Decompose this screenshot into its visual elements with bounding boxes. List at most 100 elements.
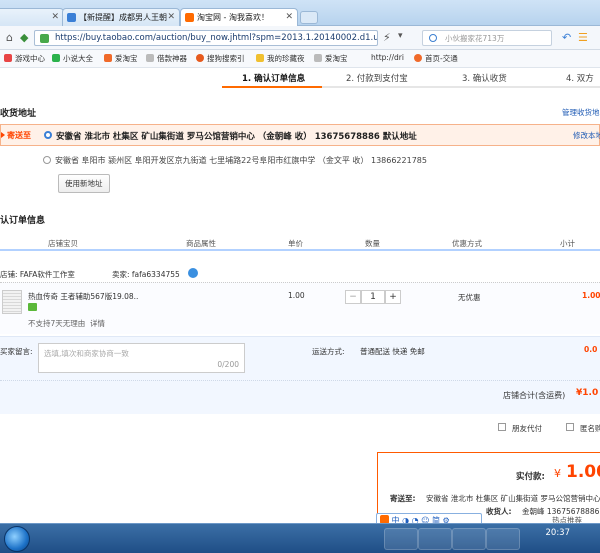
close-icon[interactable]: ✕ (167, 12, 175, 22)
header-divider (0, 249, 600, 251)
bookmark-item[interactable]: 首页-交通 (414, 53, 458, 64)
tab-forum[interactable]: 【新提醒】成都男人王朝 ✕ (62, 8, 180, 27)
windows-taskbar: 20:37 (0, 523, 600, 553)
selected-address: 安徽省 淮北市 杜集区 矿山集街道 罗马公馆营销中心 （金朝峰 收） 13675… (56, 132, 417, 142)
col-header-qty: 数量 (365, 239, 380, 248)
undo-icon[interactable]: ↶ (562, 31, 571, 44)
address-radio-selected[interactable] (44, 131, 52, 139)
book-icon (52, 54, 60, 62)
menu-icon[interactable]: ☰ (578, 31, 588, 44)
address-section-title: 收货地址 (0, 109, 37, 119)
address-option-selected[interactable]: 寄送至 安徽省 淮北市 杜集区 矿山集街道 罗马公馆营销中心 （金朝峰 收） 1… (0, 124, 600, 146)
bookmark-item[interactable]: 小说大全 (52, 53, 93, 64)
sogou-icon (196, 54, 204, 62)
arrow-right-icon (1, 132, 5, 138)
shop-name[interactable]: 店铺: FAFA软件工作室 (0, 269, 75, 280)
tab-taobao[interactable]: 淘宝网 - 淘我喜欢！ ✕ (180, 8, 298, 27)
bookmark-item[interactable]: 搜狗搜索引 (196, 53, 245, 64)
pay-receiver-label: 收货人: (486, 507, 512, 516)
step-1: 1. 确认订单信息 (242, 74, 306, 84)
item-subtotal: 1.00 (582, 291, 600, 300)
unit-price: 1.00 (288, 291, 305, 300)
bookmark-item[interactable]: 爱淘宝 (314, 53, 348, 64)
step-4: 4. 双方 (566, 74, 594, 84)
lock-icon (40, 34, 49, 43)
close-icon[interactable]: ✕ (285, 12, 293, 22)
taskbar-app-icon[interactable] (384, 528, 418, 550)
qty-minus-button[interactable]: − (345, 290, 361, 304)
home-icon[interactable]: ⌂ (6, 31, 13, 44)
col-header-item: 店铺宝贝 (48, 239, 78, 248)
col-header-price: 单价 (288, 239, 303, 248)
game-icon (4, 54, 12, 62)
folder-icon (256, 54, 264, 62)
address-option[interactable]: 安徽省 阜阳市 颍州区 阜阳开发区京九街道 七里埔路22号阜阳市红旗中学 （金文… (0, 150, 600, 172)
bookmark-item[interactable]: 我的珍藏夜 (256, 53, 305, 64)
page-icon (314, 54, 322, 62)
friend-pay-checkbox[interactable] (498, 423, 506, 431)
new-tab-button[interactable] (300, 11, 318, 24)
pay-currency: ¥ (554, 467, 561, 480)
bookmark-item[interactable]: http://dri (360, 53, 404, 62)
navigation-bar: ⌂ ◆ https://buy.taobao.com/auction/buy_n… (0, 26, 600, 50)
col-header-attr: 商品属性 (186, 239, 216, 248)
close-icon[interactable]: ✕ (51, 12, 59, 22)
page-icon (146, 54, 154, 62)
anonymous-label: 匿名购 (580, 424, 600, 433)
no-return-note: 不支持7天无理由 (28, 319, 86, 328)
detail-link[interactable]: 详情 (90, 318, 105, 329)
taskbar-app-icon[interactable] (452, 528, 486, 550)
shield-icon[interactable]: ◆ (20, 31, 28, 44)
search-icon (429, 34, 437, 42)
discount-value: 无优惠 (458, 293, 481, 302)
address-input[interactable]: https://buy.taobao.com/auction/buy_now.j… (34, 30, 378, 46)
step-3: 3. 确认收货 (462, 74, 507, 84)
taobao-icon (104, 54, 112, 62)
shipping-cost: 0.0 (584, 345, 598, 354)
shop-total-label: 店铺合计(含运费) (503, 391, 566, 400)
traffic-icon (414, 54, 422, 62)
taskbar-app-icon[interactable] (486, 528, 520, 550)
guarantee-icon (28, 303, 37, 311)
lightning-icon[interactable]: ⚡ (383, 31, 391, 44)
bookmark-item[interactable]: 爱淘宝 (104, 53, 138, 64)
other-address: 安徽省 阜阳市 颍州区 阜阳开发区京九街道 七里埔路22号阜阳市红旗中学 （金文… (55, 156, 427, 165)
use-new-address-button[interactable]: 使用新地址 (58, 174, 110, 193)
tab-blank[interactable]: ✕ (0, 8, 64, 27)
progress-steps: 1. 确认订单信息 2. 付款到支付宝 3. 确认收货 4. 双方 (0, 72, 600, 86)
send-to-label: 寄送至 (7, 131, 31, 140)
col-header-subtotal: 小计 (560, 239, 575, 248)
shipping-method[interactable]: 普通配送 快递 免邮 (360, 346, 425, 357)
search-input[interactable]: 小伙搬家花713万 (422, 30, 552, 46)
chat-icon[interactable] (188, 268, 198, 278)
system-clock[interactable]: 20:37 (546, 528, 571, 539)
modify-address-link[interactable]: 修改本地 (573, 130, 600, 141)
manage-address-link[interactable]: 管理收货地 (562, 107, 600, 118)
taskbar-app-icon[interactable] (418, 528, 452, 550)
friend-pay-label: 朋友代付 (512, 424, 542, 433)
pay-amount: 1.00 (566, 462, 600, 482)
qty-plus-button[interactable]: + (385, 290, 401, 304)
pay-send-address: 安徽省 淮北市 杜集区 矿山集街道 罗马公馆营销中心 (426, 494, 600, 503)
buyer-message-input[interactable]: 选填,填次和商家协商一致 0/200 (38, 343, 245, 373)
pay-label: 实付款: (516, 472, 545, 482)
seller-name[interactable]: 卖家: fafa6334755 (112, 269, 180, 280)
shipping-label: 运送方式: (312, 347, 345, 356)
bookmark-item[interactable]: 游戏中心 (4, 53, 45, 64)
product-title-link[interactable]: 热血传奇 王者辅助567版19.08.. (28, 291, 138, 302)
chevron-down-icon[interactable]: ▾ (398, 31, 403, 41)
tab-forum-label: 【新提醒】成都男人王朝 (79, 13, 167, 22)
start-button[interactable] (4, 526, 30, 552)
bookmarks-bar: 游戏中心 小说大全 爱淘宝 借款神器 搜狗搜索引 我的珍藏夜 爱淘宝 http:… (0, 50, 600, 68)
browser-tab-bar: ✕ 【新提醒】成都男人王朝 ✕ 淘宝网 - 淘我喜欢！ ✕ (0, 0, 600, 27)
anonymous-checkbox[interactable] (566, 423, 574, 431)
col-header-discount: 优惠方式 (452, 239, 482, 248)
product-thumbnail[interactable] (2, 290, 22, 314)
taobao-favicon-icon (185, 13, 194, 22)
address-radio[interactable] (43, 156, 51, 164)
shop-total-value: ¥1.0 (576, 388, 599, 398)
order-page: 1. 确认订单信息 2. 付款到支付宝 3. 确认收货 4. 双方 收货地址 管… (0, 68, 600, 523)
message-counter: 0/200 (217, 360, 239, 369)
qty-input[interactable]: 1 (361, 290, 385, 304)
bookmark-item[interactable]: 借款神器 (146, 53, 187, 64)
